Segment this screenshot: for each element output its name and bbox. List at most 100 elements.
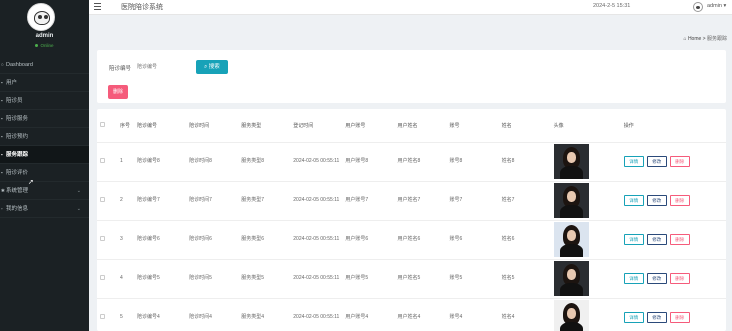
- edit-button[interactable]: 修改: [646, 273, 667, 284]
- column-header: 陪诊编号: [134, 109, 187, 143]
- column-header: 用户账号: [342, 109, 395, 143]
- cell-reg-time: 2024-02-05 00:55:11: [290, 181, 343, 221]
- cell-acc: 账号4: [446, 298, 499, 331]
- edit-button[interactable]: 修改: [646, 312, 667, 323]
- cell-time: 陪诊时间4: [186, 298, 239, 331]
- column-header: 陪诊时间: [186, 109, 239, 143]
- row-checkbox[interactable]: [97, 220, 118, 260]
- cell-user-name: 用户姓名8: [394, 142, 447, 182]
- avatar-photo[interactable]: [553, 261, 589, 296]
- detail-button[interactable]: 详情: [623, 273, 644, 284]
- delete-button[interactable]: 删除: [669, 312, 690, 323]
- cell-type: 服务类型7: [238, 181, 291, 221]
- cell-no: 2: [117, 181, 135, 221]
- detail-button[interactable]: 详情: [623, 156, 644, 167]
- sidebar-item-dashboard[interactable]: ○ Dashboard: [0, 56, 89, 74]
- table-row: 5 陪诊编号4 陪诊时间4 服务类型4 2024-02-05 00:55:11 用户账号4…: [97, 298, 726, 331]
- delete-button[interactable]: 删除: [669, 273, 690, 284]
- edit-button[interactable]: 修改: [646, 234, 667, 245]
- avatar[interactable]: [27, 3, 55, 31]
- sidebar-item-appointments[interactable]: ▪ 陪诊预约: [0, 128, 89, 146]
- sidebar-item-label: 陪诊服务: [6, 116, 29, 122]
- cell-ops: 详情 修改 删除: [620, 181, 726, 221]
- sidebar-item-label: 用户: [6, 80, 18, 86]
- cell-acc: 账号6: [446, 220, 499, 260]
- avatar-photo[interactable]: [553, 222, 589, 257]
- cell-reg-time: 2024-02-05 00:55:11: [290, 220, 343, 260]
- row-checkbox[interactable]: [97, 298, 118, 331]
- sidebar-item-reviews[interactable]: ▪ 陪诊评价: [0, 164, 89, 182]
- topbar-avatar[interactable]: [693, 2, 703, 12]
- table-header-row: 序号 陪诊编号 陪诊时间 服务类型 登记时间 用户账号 用户姓名 账号 姓名 头…: [97, 109, 726, 143]
- bulk-delete-button[interactable]: 删除: [108, 85, 128, 99]
- cell-acc: 账号8: [446, 142, 499, 182]
- edit-button[interactable]: 修改: [646, 195, 667, 206]
- cell-user-name: 用户姓名4: [394, 298, 447, 331]
- cell-type: 服务类型8: [238, 142, 291, 182]
- sidebar-item-system[interactable]: ✱系统管理 ⌄: [0, 182, 89, 200]
- delete-button[interactable]: 删除: [669, 156, 690, 167]
- cell-photo: [550, 259, 621, 299]
- breadcrumb-current: 服务跟踪: [706, 36, 727, 42]
- breadcrumb-home[interactable]: Home: [688, 36, 701, 42]
- cell-name: 姓名6: [498, 220, 551, 260]
- avatar-photo[interactable]: [553, 144, 589, 179]
- cell-no: 4: [117, 259, 135, 299]
- table-row: 1 陪诊编号8 陪诊时间8 服务类型8 2024-02-05 00:55:11 用户账号8…: [97, 142, 726, 182]
- avatar-eye-icon: [44, 15, 48, 19]
- cell-photo: [550, 181, 621, 221]
- edit-button[interactable]: 修改: [646, 156, 667, 167]
- data-table: 序号 陪诊编号 陪诊时间 服务类型 登记时间 用户账号 用户姓名 账号 姓名 头…: [97, 109, 726, 331]
- row-checkbox[interactable]: [97, 181, 118, 221]
- cell-account: 用户账号7: [342, 181, 395, 221]
- sidebar-item-tracking[interactable]: ▪ 服务跟踪: [0, 146, 89, 164]
- sidebar-item-escorts[interactable]: ▪ 陪诊员: [0, 92, 89, 110]
- sidebar-item-services[interactable]: ▪ 陪诊服务: [0, 110, 89, 128]
- mouse-cursor-icon: ➚: [28, 179, 34, 186]
- column-header: 姓名: [498, 109, 551, 143]
- sidebar: admin Online ○ Dashboard ▪ 用户 ▪ 陪诊员 ▪ 陪诊服务 ▪…: [0, 0, 89, 331]
- detail-button[interactable]: 详情: [623, 234, 644, 245]
- row-checkbox[interactable]: [97, 259, 118, 299]
- row-checkbox[interactable]: [97, 142, 118, 182]
- sidebar-item-label: 服务跟踪: [6, 152, 29, 158]
- avatar-photo[interactable]: [553, 183, 589, 218]
- cell-code: 陪诊编号4: [134, 298, 187, 331]
- sidebar-menu: ○ Dashboard ▪ 用户 ▪ 陪诊员 ▪ 陪诊服务 ▪ 陪诊预约 ▪ 服务跟踪 ▪ 陪…: [0, 56, 89, 218]
- sidebar-item-label: Dashboard: [6, 62, 33, 68]
- cell-account: 用户账号4: [342, 298, 395, 331]
- cell-account: 用户账号5: [342, 259, 395, 299]
- search-button[interactable]: ⌕ 搜索: [196, 60, 228, 74]
- sidebar-user-name: admin: [35, 33, 54, 39]
- cell-user-name: 用户姓名5: [394, 259, 447, 299]
- detail-button[interactable]: 详情: [623, 195, 644, 206]
- chevron-down-icon: ▾: [723, 3, 727, 9]
- avatar-eye-icon: [38, 15, 42, 19]
- cell-acc: 账号5: [446, 259, 499, 299]
- sidebar-item-users[interactable]: ▪ 用户: [0, 74, 89, 92]
- search-input[interactable]: [135, 61, 188, 73]
- sidebar-item-label: 我的信息: [6, 206, 29, 212]
- sidebar-item-label: 陪诊员: [6, 98, 23, 104]
- menu-toggle-icon[interactable]: [94, 3, 101, 10]
- cell-type: 服务类型6: [238, 220, 291, 260]
- cell-ops: 详情 修改 删除: [620, 220, 726, 260]
- delete-button[interactable]: 删除: [669, 234, 690, 245]
- cell-reg-time: 2024-02-05 00:55:11: [290, 259, 343, 299]
- datetime: 2024-2-5 15:31: [593, 3, 631, 9]
- sidebar-item-my-info[interactable]: ▫ 我的信息 ⌄: [0, 200, 89, 218]
- column-header: 序号: [117, 109, 135, 143]
- cell-no: 3: [117, 220, 135, 260]
- cell-photo: [550, 298, 621, 331]
- sidebar-item-label: 陪诊预约: [6, 134, 29, 140]
- cell-name: 姓名8: [498, 142, 551, 182]
- delete-button[interactable]: 删除: [669, 195, 690, 206]
- select-all-checkbox[interactable]: [97, 109, 118, 143]
- avatar-photo[interactable]: [553, 300, 589, 331]
- topbar-user-menu[interactable]: admin ▾: [707, 3, 726, 9]
- cell-acc: 账号7: [446, 181, 499, 221]
- detail-button[interactable]: 详情: [623, 312, 644, 323]
- column-header: 用户姓名: [394, 109, 447, 143]
- cell-no: 5: [117, 298, 135, 331]
- search-button-label: 搜索: [208, 64, 220, 70]
